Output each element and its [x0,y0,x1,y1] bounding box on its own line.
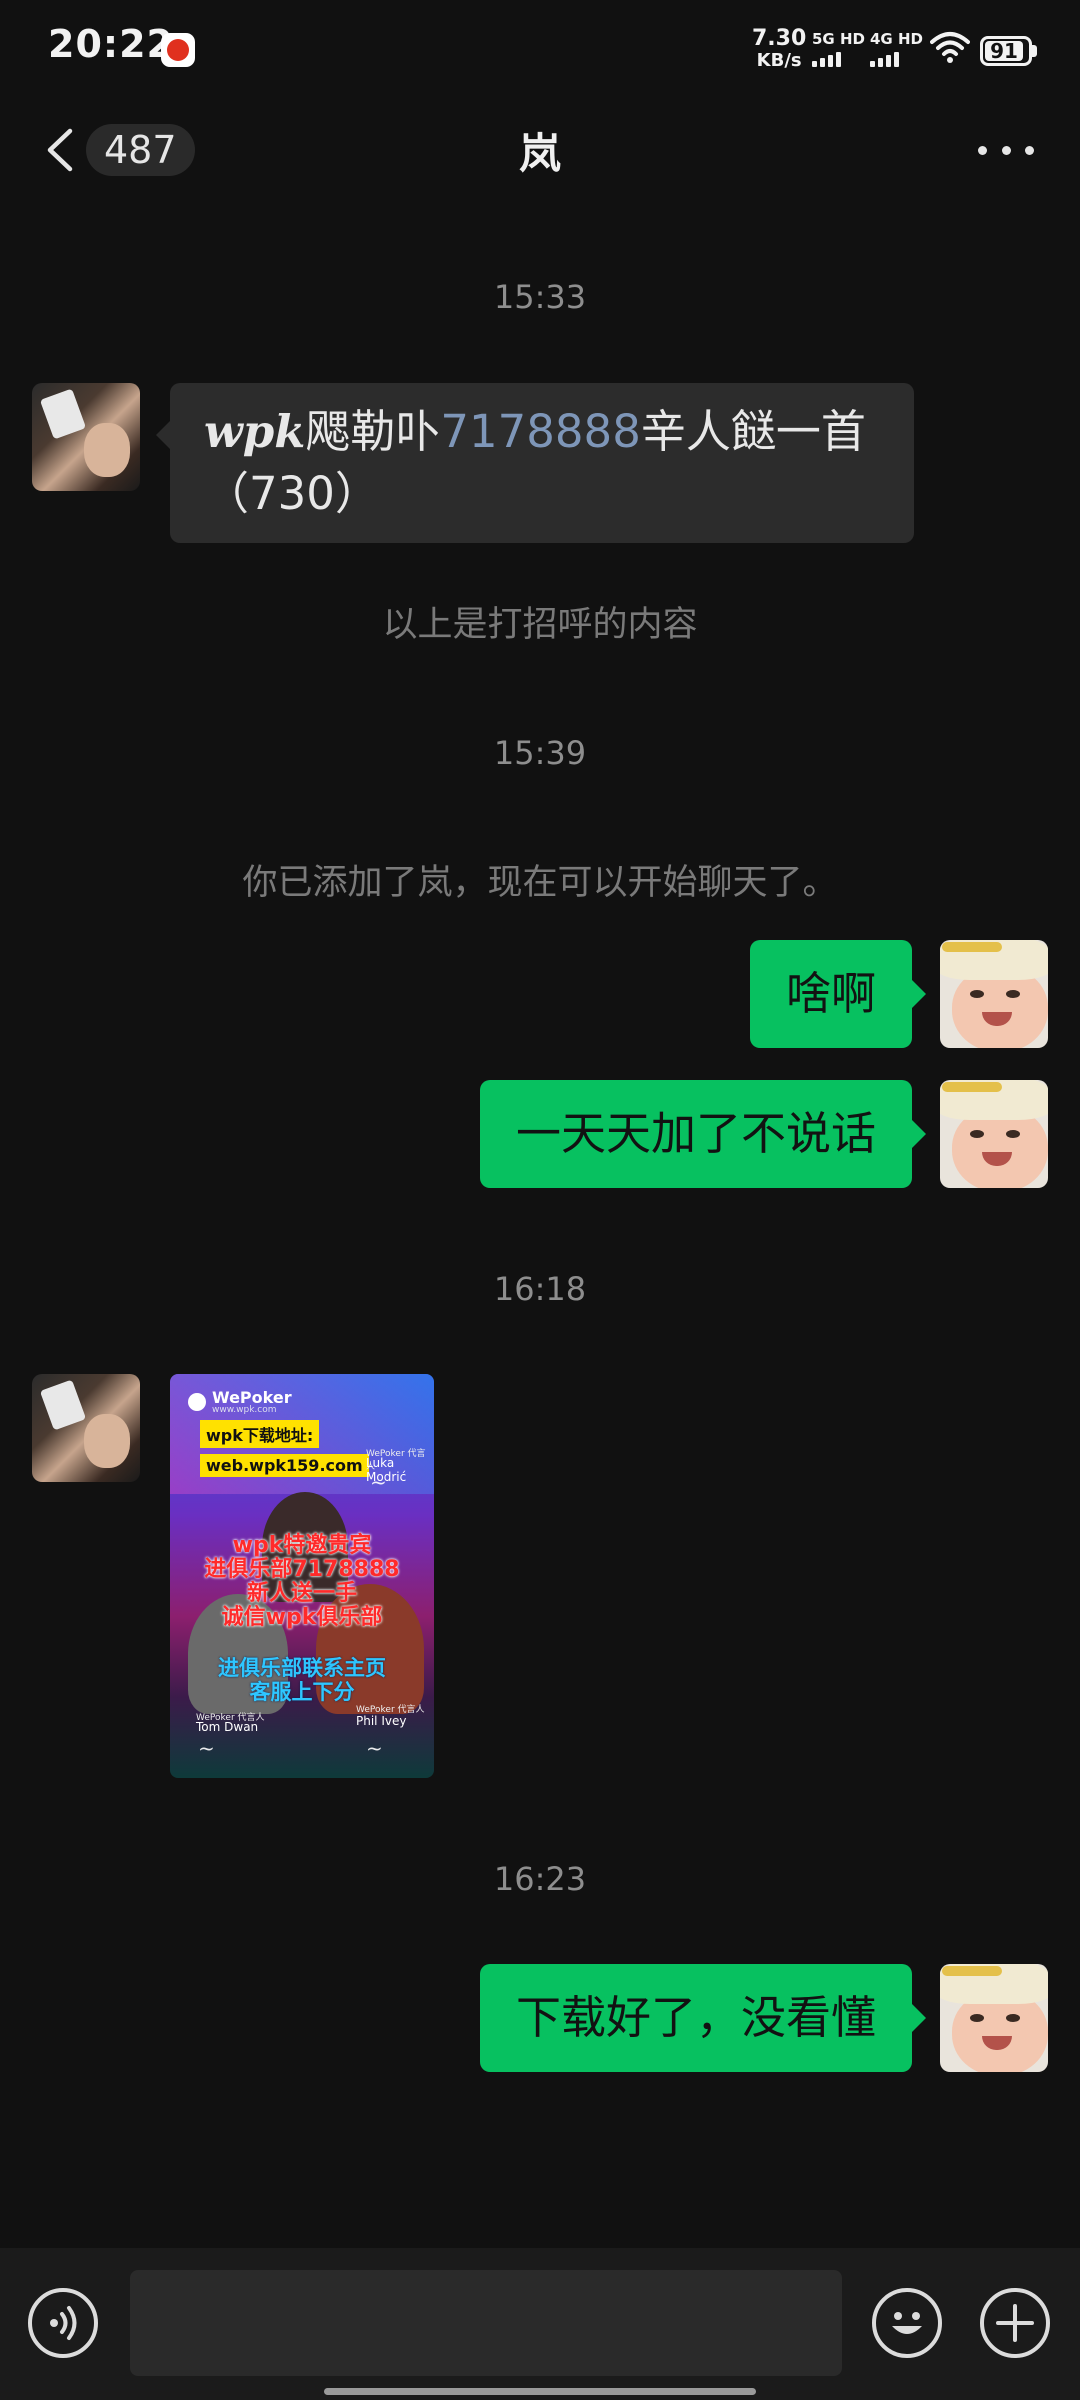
system-message: 以上是打招呼的内容 [382,605,698,645]
sim1-signal: 5G HD [812,30,865,67]
net-speed-unit: KB/s [756,50,802,71]
poster-person-name: Phil Ivey [356,1714,407,1728]
poster-red-line: 诚信wpk俱乐部 [221,1605,383,1630]
more-dots-icon[interactable] [978,130,1034,170]
battery-icon: 91 [980,36,1032,66]
system-message: 你已添加了岚，现在可以开始聊天了。 [242,863,838,903]
image-message[interactable]: WePoker www.wpk.com wpk下载地址: web.wpk159.c… [170,1374,434,1778]
my-avatar[interactable] [940,1964,1048,2072]
signature-glyph: ~ [370,1470,387,1494]
my-avatar[interactable] [940,940,1048,1048]
outgoing-text-bubble[interactable]: 一天天加了不说话 [479,1080,927,1188]
contact-avatar[interactable] [32,1374,140,1482]
message-segment: wpk [204,405,306,458]
poster-download-tag: wpk下载地址: [200,1420,320,1448]
poster-blue-line: 进俱乐部联系主页 [218,1656,386,1680]
red-app-icon [161,33,195,67]
my-avatar[interactable] [940,1080,1048,1188]
message-segment: 飔勒卟 [305,405,441,458]
signature-glyph: ~ [198,1736,215,1760]
poster-url-tag: web.wpk159.com [200,1454,369,1477]
voice-icon[interactable] [28,2288,98,2358]
poster-blue-line: 客服上下分 [249,1680,355,1704]
sim2-label: 4G HD [870,30,923,48]
status-time: 20:22 [48,22,174,66]
message-timestamp: 16:18 [493,1270,587,1308]
home-indicator[interactable] [324,2388,756,2395]
wepoker-logo: WePoker www.wpk.com [188,1388,292,1415]
poster-red-line: 进俱乐部7178888 [204,1557,400,1582]
poster-red-line: 新人送一手 [246,1581,357,1606]
outgoing-text-bubble[interactable]: 下载好了，没看懂 [479,1964,927,2072]
message-segment: （730） [204,467,380,520]
poster-red-text: wpk特邀贵宾 进俱乐部7178888 新人送一手 诚信wpk俱乐部 [170,1534,434,1630]
message-timestamp: 15:39 [493,734,587,772]
signal-bars-icon [812,52,865,67]
sim2-signal: 4G HD [870,30,923,67]
signal-bars-icon [870,52,923,67]
contact-avatar[interactable] [32,383,140,491]
message-timestamp: 15:33 [493,278,587,316]
poster-red-line: wpk特邀贵宾 [232,1533,372,1558]
message-timestamp: 16:23 [493,1860,587,1898]
wifi-icon [930,32,970,63]
battery-tip [1032,45,1037,57]
incoming-text-bubble[interactable]: wpk飔勒卟7178888辛人餸一首 （730） [156,383,914,543]
poster-person-name: Tom Dwan [196,1720,259,1734]
chat-title[interactable]: 岚 [0,120,1080,181]
outgoing-text-bubble[interactable]: 啥啊 [749,940,927,1048]
sim1-label: 5G HD [812,30,865,48]
signature-glyph: ~ [366,1736,383,1760]
plus-icon[interactable] [980,2288,1050,2358]
message-input[interactable] [130,2270,842,2376]
net-speed: 7.30 KB/s [752,28,806,72]
poster-blue-text: 进俱乐部联系主页 客服上下分 [170,1656,434,1704]
emoji-icon[interactable] [872,2288,942,2358]
battery-level: 91 [990,39,1018,63]
net-speed-value: 7.30 [752,26,807,51]
phone-number-link[interactable]: 7178888 [440,405,640,458]
message-segment: 辛人餸一首 [640,405,866,458]
